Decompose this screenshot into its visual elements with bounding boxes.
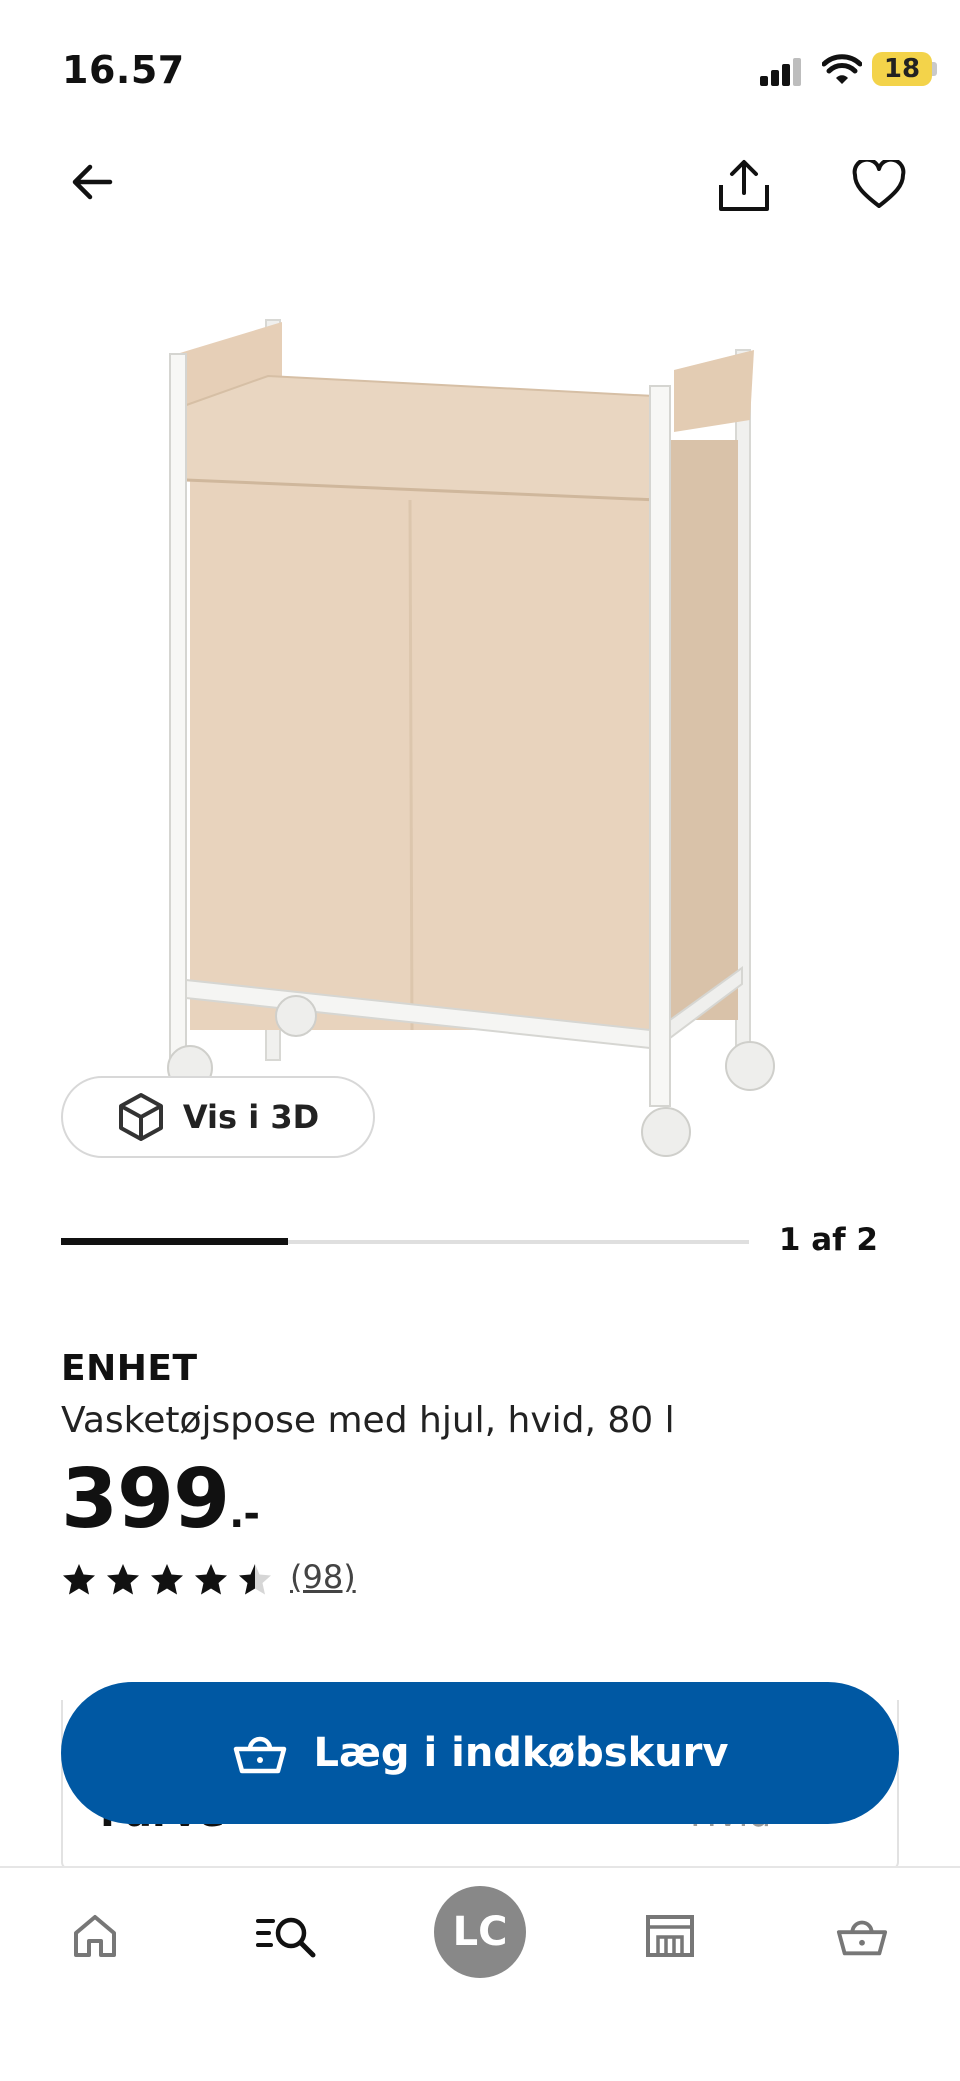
star-icon — [195, 1564, 227, 1595]
tab-store[interactable] — [620, 1886, 720, 1986]
status-time: 16.57 — [62, 48, 185, 92]
heart-icon — [852, 160, 906, 208]
product-description: Vasketøjspose med hjul, hvid, 80 l — [61, 1400, 675, 1441]
price-value: 399 — [61, 1452, 230, 1547]
view-in-3d-label: Vis i 3D — [182, 1098, 320, 1136]
rating-stars[interactable] — [61, 1562, 273, 1596]
gallery-pager: 1 af 2 — [778, 1222, 878, 1258]
signal-icon — [760, 58, 801, 86]
basket-icon — [233, 1736, 286, 1774]
home-icon — [74, 1915, 116, 1957]
tab-home[interactable] — [45, 1886, 145, 1986]
product-price: 399.- — [61, 1452, 260, 1547]
share-icon — [719, 160, 769, 211]
tab-cart[interactable] — [812, 1886, 912, 1986]
price-suffix: .- — [229, 1491, 260, 1537]
star-icon — [151, 1564, 183, 1595]
tab-profile-avatar[interactable]: LC — [434, 1886, 526, 1978]
battery-level: 18 — [883, 54, 921, 84]
gallery-progress-fill — [61, 1238, 288, 1245]
star-icon — [63, 1564, 95, 1595]
add-to-cart-label: Læg i indkøbskurv — [313, 1730, 729, 1776]
favorite-button[interactable] — [846, 152, 912, 218]
wifi-icon — [822, 54, 862, 84]
view-in-3d-button[interactable]: Vis i 3D — [61, 1076, 375, 1158]
cart-icon — [836, 1920, 888, 1956]
reviews-link[interactable]: (98) — [290, 1558, 356, 1596]
star-icon — [239, 1564, 271, 1595]
share-button[interactable] — [710, 152, 778, 220]
product-image[interactable] — [150, 300, 810, 1170]
product-brand: ENHET — [61, 1348, 198, 1389]
store-icon — [646, 1915, 694, 1957]
cube-3d-icon — [118, 1093, 163, 1141]
battery-tip — [932, 62, 937, 76]
add-to-cart-button[interactable]: Læg i indkøbskurv — [61, 1682, 899, 1824]
star-icon — [107, 1564, 139, 1595]
back-arrow-icon — [72, 164, 113, 200]
search-icon — [256, 1917, 316, 1958]
back-button[interactable] — [62, 152, 122, 212]
tab-search[interactable] — [236, 1886, 336, 1986]
